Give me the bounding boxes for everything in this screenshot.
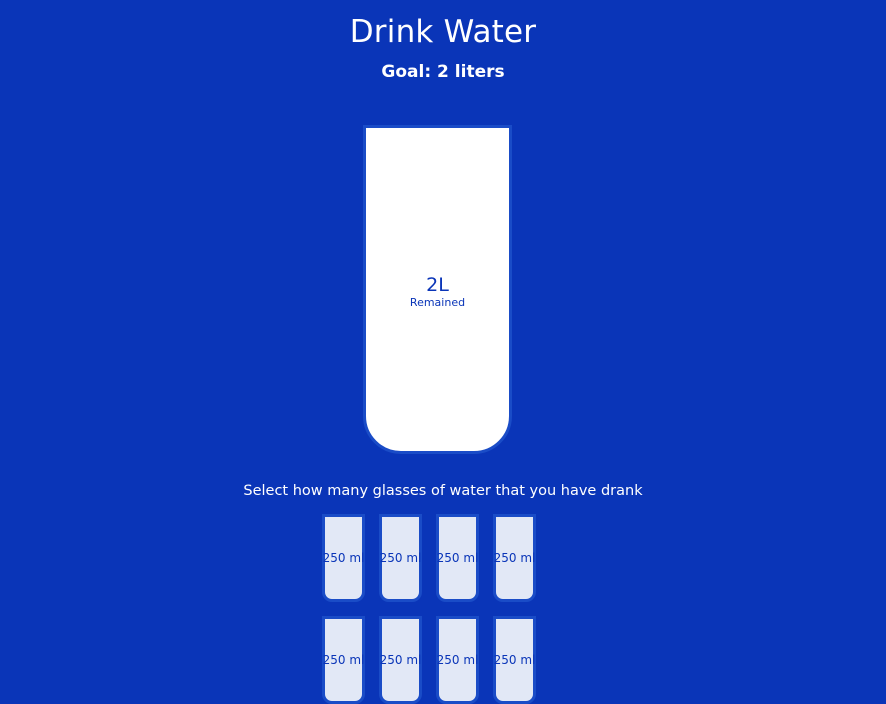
remained-section: 2L Remained — [410, 274, 465, 310]
small-cups-grid: 250 ml 250 ml 250 ml 250 ml 250 ml 250 m… — [322, 514, 562, 704]
goal-text: Goal: 2 liters — [381, 62, 505, 82]
small-cup[interactable]: 250 ml — [493, 514, 536, 602]
remained-amount: 2L — [426, 273, 449, 296]
small-cup[interactable]: 250 ml — [322, 514, 365, 602]
small-cup[interactable]: 250 ml — [322, 616, 365, 704]
small-cup[interactable]: 250 ml — [436, 616, 479, 704]
small-cup[interactable]: 250 ml — [379, 616, 422, 704]
small-cup[interactable]: 250 ml — [436, 514, 479, 602]
small-cup[interactable]: 250 ml — [379, 514, 422, 602]
small-cup[interactable]: 250 ml — [493, 616, 536, 704]
big-cup: 2L Remained — [363, 125, 512, 454]
page-title: Drink Water — [349, 14, 537, 50]
remained-label: Remained — [409, 295, 466, 309]
instructions-text: Select how many glasses of water that yo… — [243, 483, 643, 499]
